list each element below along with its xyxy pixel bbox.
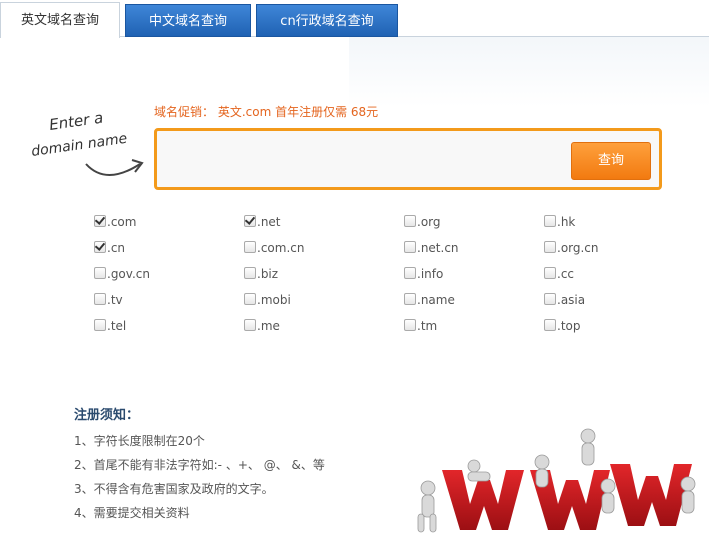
tab-english-domain[interactable]: 英文域名查询 xyxy=(0,2,120,38)
suffix-label: .hk xyxy=(557,215,576,229)
checkbox-unchecked-icon[interactable] xyxy=(404,319,416,331)
checkbox-unchecked-icon[interactable] xyxy=(544,267,556,279)
suffix-label: .net.cn xyxy=(417,241,459,255)
enter-domain-hint: Enter a domain name xyxy=(30,109,144,176)
checkbox-unchecked-icon[interactable] xyxy=(404,241,416,253)
suffix-checkbox[interactable]: .net xyxy=(244,214,281,230)
checkbox-unchecked-icon[interactable] xyxy=(244,241,256,253)
suffix-label: .net xyxy=(257,215,281,229)
suffix-checkbox[interactable]: .top xyxy=(544,318,580,334)
hint-line-1: Enter a xyxy=(48,109,104,134)
suffix-checkbox[interactable]: .me xyxy=(244,318,280,334)
suffix-checkbox[interactable]: .org.cn xyxy=(544,240,599,256)
suffix-checkbox[interactable]: .name xyxy=(404,292,455,308)
tab-chinese-domain[interactable]: 中文域名查询 xyxy=(125,4,251,37)
checkbox-unchecked-icon[interactable] xyxy=(404,267,416,279)
suffix-checkbox[interactable]: .com xyxy=(94,214,136,230)
checkbox-unchecked-icon[interactable] xyxy=(544,215,556,227)
tab-cn-administrative-domain[interactable]: cn行政域名查询 xyxy=(256,4,398,37)
suffix-label: .asia xyxy=(557,293,586,307)
checkbox-unchecked-icon[interactable] xyxy=(94,267,106,279)
registration-notice: 注册须知： 1、字符长度限制在20个 2、首尾不能有非法字符如:- 、+、 @、… xyxy=(74,404,325,525)
suffix-checkbox[interactable]: .biz xyxy=(244,266,278,282)
checkbox-checked-icon[interactable] xyxy=(94,241,106,253)
checkbox-unchecked-icon[interactable] xyxy=(244,293,256,305)
suffix-label: .org.cn xyxy=(557,241,599,255)
suffix-label: .name xyxy=(417,293,455,307)
suffix-label: .tm xyxy=(417,319,438,333)
checkbox-checked-icon[interactable] xyxy=(94,215,106,227)
suffix-checkbox[interactable]: .hk xyxy=(544,214,575,230)
hint-line-2: domain name xyxy=(30,131,128,160)
suffix-checkbox[interactable]: .org xyxy=(404,214,441,230)
hint-arrow-icon xyxy=(85,163,141,176)
notice-item: 1、字符长度限制在20个 xyxy=(74,434,205,448)
suffix-checkbox[interactable]: .tv xyxy=(94,292,123,308)
suffix-label: .tel xyxy=(107,319,127,333)
suffix-label: .org xyxy=(417,215,441,229)
checkbox-unchecked-icon[interactable] xyxy=(544,293,556,305)
suffix-label: .tv xyxy=(107,293,123,307)
checkbox-unchecked-icon[interactable] xyxy=(404,215,416,227)
suffix-label: .biz xyxy=(257,267,279,281)
suffix-checkbox[interactable]: .net.cn xyxy=(404,240,459,256)
header-background xyxy=(349,37,709,107)
checkbox-unchecked-icon[interactable] xyxy=(94,293,106,305)
checkbox-unchecked-icon[interactable] xyxy=(404,293,416,305)
suffix-checkbox[interactable]: .info xyxy=(404,266,443,282)
checkbox-unchecked-icon[interactable] xyxy=(544,319,556,331)
domain-search-input[interactable] xyxy=(163,137,567,179)
notice-title: 注册须知： xyxy=(74,408,140,423)
checkbox-unchecked-icon[interactable] xyxy=(244,319,256,331)
w-letter-icon xyxy=(610,464,692,526)
promo-text: 域名促销： 英文.com 首年注册仅需 68元 xyxy=(154,105,379,119)
suffix-label: .com.cn xyxy=(257,241,305,255)
search-button[interactable]: 查询 xyxy=(571,142,651,180)
suffix-checkbox[interactable]: .cn xyxy=(94,240,125,256)
suffix-checkbox[interactable]: .asia xyxy=(544,292,585,308)
checkbox-unchecked-icon[interactable] xyxy=(94,319,106,331)
notice-item: 3、不得含有危害国家及政府的文字。 xyxy=(74,482,274,496)
notice-item: 4、需要提交相关资料 xyxy=(74,506,190,520)
suffix-label: .com xyxy=(107,215,137,229)
checkbox-unchecked-icon[interactable] xyxy=(544,241,556,253)
suffix-checkbox[interactable]: .tm xyxy=(404,318,437,334)
checkbox-checked-icon[interactable] xyxy=(244,215,256,227)
notice-item: 2、首尾不能有非法字符如:- 、+、 @、 &、等 xyxy=(74,458,325,472)
suffix-label: .mobi xyxy=(257,293,291,307)
suffix-label: .top xyxy=(557,319,581,333)
suffix-label: .cn xyxy=(107,241,126,255)
suffix-label: .cc xyxy=(557,267,575,281)
suffix-checkbox[interactable]: .tel xyxy=(94,318,126,334)
suffix-checkbox[interactable]: .gov.cn xyxy=(94,266,150,282)
domain-type-tabs: 英文域名查询 中文域名查询 cn行政域名查询 xyxy=(0,0,709,38)
suffix-checkbox[interactable]: .com.cn xyxy=(244,240,304,256)
search-box: 查询 xyxy=(154,128,662,190)
suffix-label: .gov.cn xyxy=(107,267,150,281)
suffix-label: .info xyxy=(417,267,444,281)
suffix-checkbox[interactable]: .cc xyxy=(544,266,574,282)
www-figures-illustration xyxy=(417,428,696,533)
checkbox-unchecked-icon[interactable] xyxy=(244,267,256,279)
suffix-checkbox[interactable]: .mobi xyxy=(244,292,291,308)
suffix-label: .me xyxy=(257,319,280,333)
